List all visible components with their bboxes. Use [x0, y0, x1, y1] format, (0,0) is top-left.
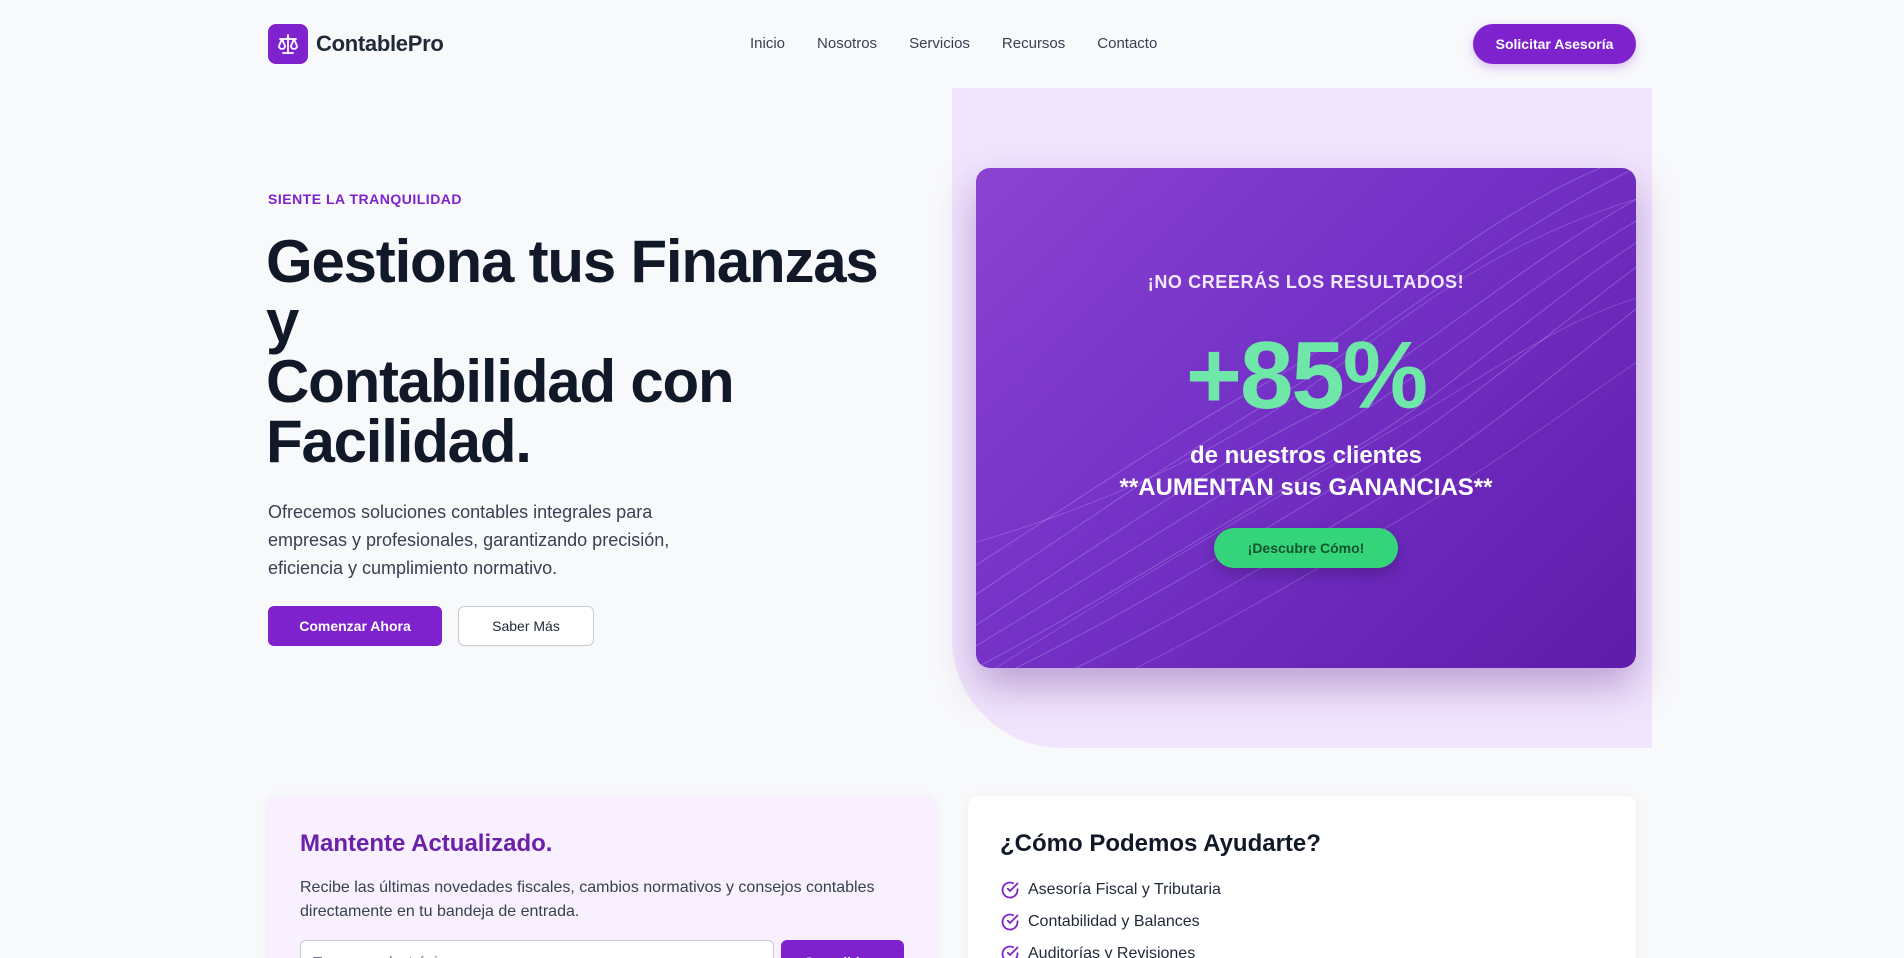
nav-item-nosotros[interactable]: Nosotros [817, 30, 877, 58]
promo-percentage: +85% [1185, 322, 1428, 429]
newsletter-title: Mantente Actualizado. [300, 830, 553, 857]
nav-item-recursos[interactable]: Recursos [1002, 30, 1065, 58]
scale-icon [268, 24, 308, 64]
request-advice-button[interactable]: Solicitar Asesoría [1473, 24, 1636, 64]
service-label: Auditorías y Revisiones [1028, 945, 1196, 958]
promo-line-2: **AUMENTAN sus GANANCIAS** [1119, 474, 1493, 501]
promo-card: ¡NO CREERÁS LOS RESULTADOS! +85% de nues… [976, 168, 1636, 668]
hero-title-line: Contabilidad con [266, 348, 735, 415]
hero-title-line: y [266, 288, 299, 355]
list-item: Auditorías y Revisiones [1000, 938, 1221, 958]
check-circle-icon [1001, 913, 1019, 931]
hero-title-line: Facilidad. [266, 408, 532, 475]
promo-line-1: de nuestros clientes [1189, 442, 1423, 469]
service-label: Contabilidad y Balances [1028, 913, 1200, 930]
hero-eyebrow: SIENTE LA TRANQUILIDAD [268, 191, 463, 207]
check-circle-icon [1001, 945, 1019, 958]
services-list: Asesoría Fiscal y Tributaria Contabilida… [1000, 874, 1221, 958]
learn-more-button[interactable]: Saber Más [458, 606, 594, 646]
discover-how-button[interactable]: ¡Descubre Cómo! [1214, 528, 1398, 568]
brand-logo[interactable]: ContablePro [268, 24, 444, 64]
brand-name: ContablePro [316, 31, 444, 56]
main-nav: Inicio Nosotros Servicios Recursos Conta… [750, 30, 1157, 58]
hero-description: Ofrecemos soluciones contables integrale… [268, 502, 670, 578]
nav-item-contacto[interactable]: Contacto [1097, 30, 1157, 58]
help-card: ¿Cómo Podemos Ayudarte? Asesoría Fiscal … [968, 796, 1636, 958]
hero-title: Gestiona tus Finanzas y Contabilidad con… [266, 232, 906, 472]
nav-item-inicio[interactable]: Inicio [750, 30, 785, 58]
list-item: Contabilidad y Balances [1000, 906, 1221, 938]
promo-eyebrow: ¡NO CREERÁS LOS RESULTADOS! [1147, 272, 1465, 292]
newsletter-card: Mantente Actualizado. Recibe las últimas… [268, 796, 936, 958]
hero-title-line: Gestiona tus Finanzas [266, 228, 879, 295]
service-label: Asesoría Fiscal y Tributaria [1028, 881, 1221, 898]
newsletter-description: Recibe las últimas novedades fiscales, c… [300, 879, 875, 920]
subscribe-button[interactable]: Suscribirse [781, 940, 904, 958]
nav-item-servicios[interactable]: Servicios [909, 30, 970, 58]
email-input[interactable] [300, 940, 774, 958]
list-item: Asesoría Fiscal y Tributaria [1000, 874, 1221, 906]
site-header: ContablePro Inicio Nosotros Servicios Re… [0, 0, 1904, 88]
check-circle-icon [1001, 881, 1019, 899]
start-now-button[interactable]: Comenzar Ahora [268, 606, 442, 646]
help-title: ¿Cómo Podemos Ayudarte? [1000, 830, 1321, 857]
